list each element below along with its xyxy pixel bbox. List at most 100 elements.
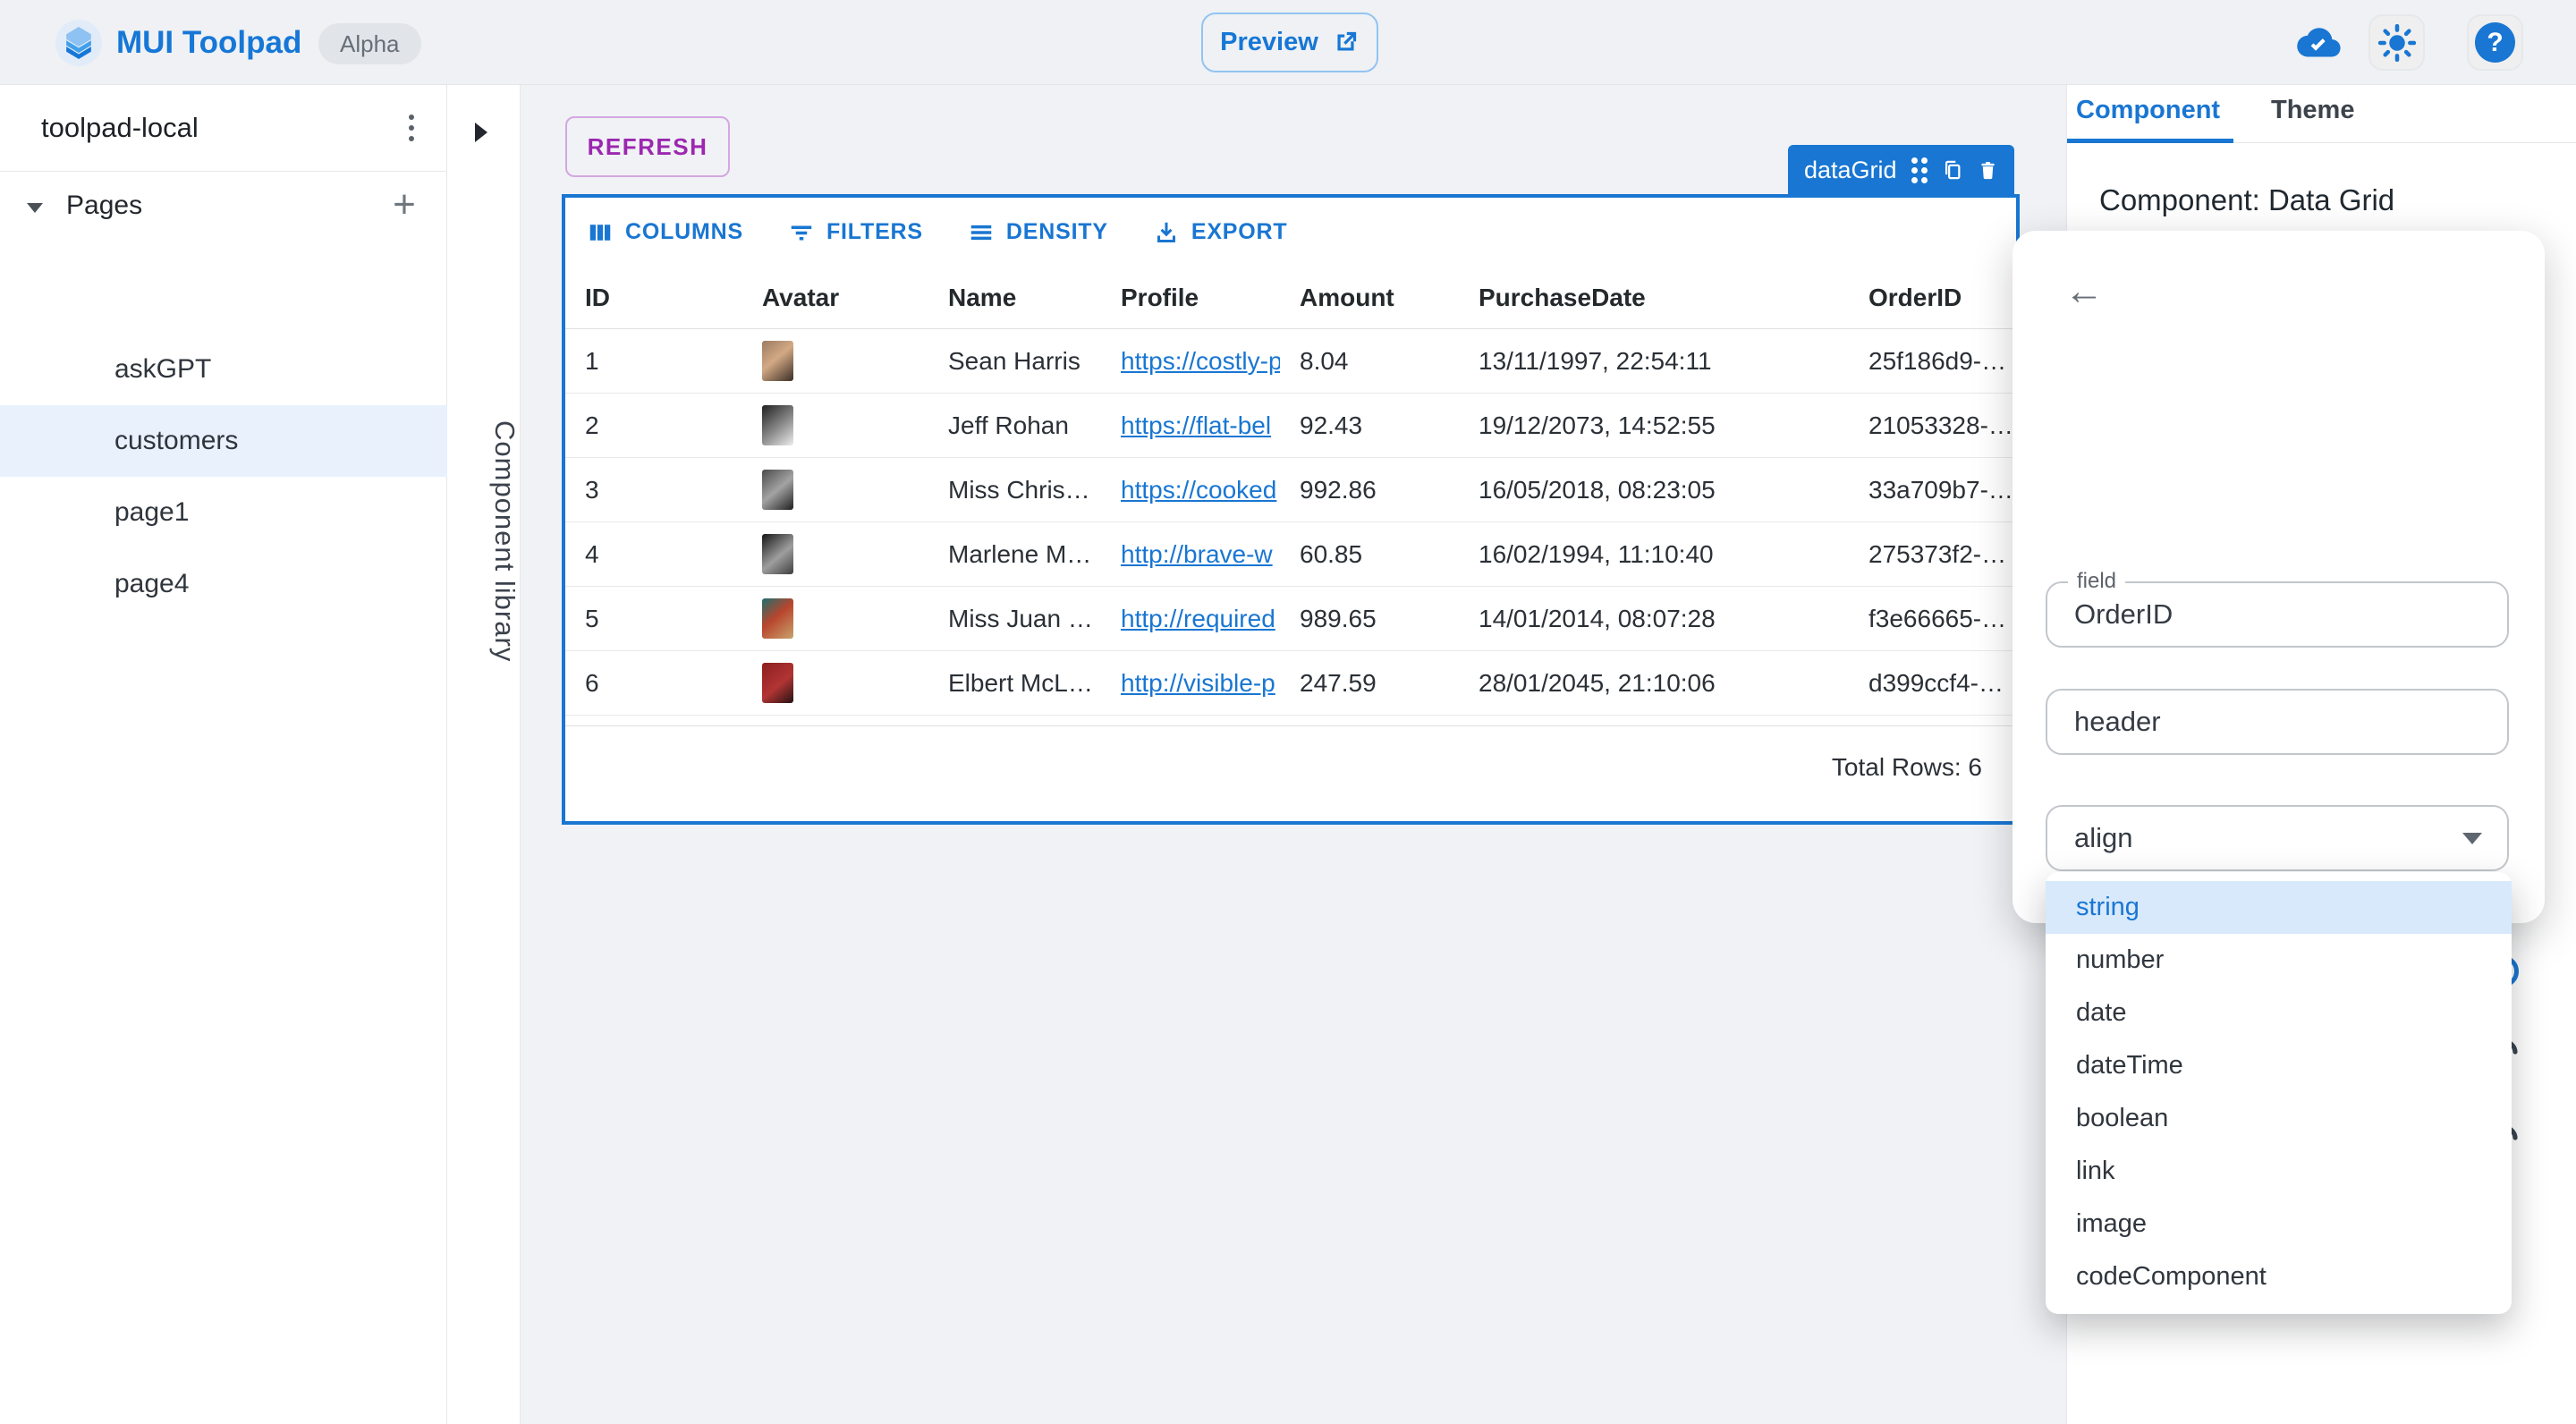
cell-purchasedate: 13/11/1997, 22:54:11	[1479, 346, 1712, 375]
cell-id: 3	[585, 475, 599, 504]
cell-purchasedate: 28/01/2045, 21:10:06	[1479, 668, 1716, 697]
collapse-caret-icon[interactable]	[27, 203, 43, 213]
dropdown-option-codecomponent[interactable]: codeComponent	[2046, 1250, 2512, 1303]
cell-orderid: d399ccf4-…	[1868, 668, 2004, 697]
preview-button-label: Preview	[1220, 28, 1318, 56]
filters-button[interactable]: FILTERS	[788, 219, 923, 246]
align-select[interactable]: align	[2046, 805, 2509, 871]
data-grid-component[interactable]: COLUMNS FILTERS DENSITY EXPORT ID Avatar…	[562, 194, 2020, 825]
cell-purchasedate: 14/01/2014, 08:07:28	[1479, 604, 1716, 632]
cell-orderid: 275373f2-…	[1868, 539, 2007, 568]
selection-chip[interactable]: dataGrid	[1788, 145, 2014, 195]
cell-name: Jeff Rohan	[948, 411, 1069, 439]
cell-id: 1	[585, 346, 599, 375]
add-page-plus-icon[interactable]: +	[383, 182, 426, 226]
filters-button-label: FILTERS	[826, 219, 923, 244]
duplicate-icon[interactable]	[1942, 155, 1963, 185]
avatar	[762, 534, 793, 574]
header-input[interactable]: header	[2046, 689, 2509, 755]
pages-section-label: Pages	[66, 191, 143, 220]
dropdown-option-image[interactable]: image	[2046, 1198, 2512, 1250]
dropdown-option-boolean[interactable]: boolean	[2046, 1092, 2512, 1145]
cell-id: 6	[585, 668, 599, 697]
profile-link[interactable]: https://cooked	[1121, 476, 1276, 504]
project-name: toolpad-local	[41, 112, 199, 143]
profile-link[interactable]: http://visible-p	[1121, 669, 1275, 697]
project-menu-kebab-icon[interactable]	[390, 106, 433, 149]
app-title: MUI Toolpad	[116, 25, 302, 60]
profile-link[interactable]: https://costly-p	[1121, 347, 1280, 375]
column-header-name[interactable]: Name	[928, 284, 1101, 312]
sidebar-item-askgpt[interactable]: askGPT	[0, 334, 447, 405]
table-row[interactable]: 6 Elbert McL… http://visible-p 247.59 28…	[565, 651, 2016, 716]
cell-name: Marlene M…	[948, 539, 1092, 568]
page-item-label: page1	[114, 497, 190, 527]
column-header-orderid[interactable]: OrderID	[1849, 284, 2016, 312]
sidebar-item-page1[interactable]: page1	[0, 477, 447, 548]
column-header-purchasedate[interactable]: PurchaseDate	[1459, 284, 1849, 312]
expand-arrow-icon[interactable]	[475, 123, 487, 142]
cell-amount: 989.65	[1300, 604, 1377, 632]
table-row[interactable]: 5 Miss Juan … http://required 989.65 14/…	[565, 587, 2016, 651]
dropdown-option-datetime[interactable]: dateTime	[2046, 1039, 2512, 1092]
page-item-label: askGPT	[114, 354, 212, 384]
component-library-strip[interactable]: Component library	[447, 85, 521, 1424]
cell-id: 4	[585, 539, 599, 568]
column-header-profile[interactable]: Profile	[1101, 284, 1280, 312]
dropdown-option-number[interactable]: number	[2046, 934, 2512, 987]
drag-handle-icon[interactable]	[1911, 157, 1928, 183]
app-window: MUI Toolpad Alpha Preview ? toolpad-loca…	[0, 0, 2576, 1424]
sidebar-item-page4[interactable]: page4	[0, 548, 447, 620]
column-header-id[interactable]: ID	[565, 284, 742, 312]
cell-purchasedate: 19/12/2073, 14:52:55	[1479, 411, 1716, 439]
top-bar: MUI Toolpad Alpha Preview ?	[0, 0, 2576, 85]
table-row[interactable]: 1 Sean Harris https://costly-p 8.04 13/1…	[565, 329, 2016, 394]
cell-purchasedate: 16/05/2018, 08:23:05	[1479, 475, 1716, 504]
table-row[interactable]: 2 Jeff Rohan https://flat-bel 92.43 19/1…	[565, 394, 2016, 458]
refresh-button[interactable]: REFRESH	[565, 116, 730, 177]
cell-amount: 8.04	[1300, 346, 1349, 375]
active-tab-indicator	[2067, 139, 2233, 143]
density-menu-icon	[970, 225, 992, 240]
table-row[interactable]: 3 Miss Chris… https://cooked 992.86 16/0…	[565, 458, 2016, 522]
profile-link[interactable]: https://flat-bel	[1121, 411, 1271, 439]
column-header-avatar[interactable]: Avatar	[742, 284, 928, 312]
tab-component[interactable]: Component	[2076, 96, 2220, 125]
grid-toolbar: COLUMNS FILTERS DENSITY EXPORT	[565, 198, 2016, 267]
mui-toolpad-logo-icon	[55, 20, 102, 66]
type-dropdown-menu: string number date dateTime boolean link…	[2046, 872, 2512, 1314]
cell-name: Elbert McL…	[948, 668, 1093, 697]
cell-name: Sean Harris	[948, 346, 1080, 375]
cell-avatar	[742, 663, 928, 703]
selection-chip-label: dataGrid	[1804, 156, 1897, 183]
dropdown-option-date[interactable]: date	[2046, 987, 2512, 1039]
back-arrow-icon[interactable]: ←	[2059, 267, 2109, 317]
profile-link[interactable]: http://required	[1121, 605, 1275, 632]
cell-amount: 247.59	[1300, 668, 1377, 697]
avatar	[762, 598, 793, 639]
pages-section-header[interactable]: Pages +	[0, 182, 446, 230]
cell-orderid: 33a709b7-…	[1868, 475, 2013, 504]
inspector-tabs: Component Theme	[2067, 85, 2576, 143]
export-button[interactable]: EXPORT	[1153, 219, 1288, 246]
grid-header-row: ID Avatar Name Profile Amount PurchaseDa…	[565, 267, 2016, 329]
field-input-value: OrderID	[2074, 598, 2174, 630]
tab-theme[interactable]: Theme	[2271, 96, 2354, 125]
preview-button[interactable]: Preview	[1201, 13, 1378, 72]
header-input-value: header	[2074, 706, 2161, 737]
theme-toggle-button[interactable]	[2368, 14, 2425, 71]
column-header-amount[interactable]: Amount	[1280, 284, 1459, 312]
dropdown-option-link[interactable]: link	[2046, 1145, 2512, 1198]
table-row[interactable]: 4 Marlene M… http://brave-w 60.85 16/02/…	[565, 522, 2016, 587]
inspector-heading: Component: Data Grid	[2099, 183, 2395, 216]
help-button[interactable]: ?	[2467, 14, 2523, 71]
columns-button[interactable]: COLUMNS	[587, 219, 743, 246]
cell-avatar	[742, 405, 928, 445]
avatar	[762, 663, 793, 703]
profile-link[interactable]: http://brave-w	[1121, 540, 1273, 568]
cell-purchasedate: 16/02/1994, 11:10:40	[1479, 539, 1714, 568]
density-button[interactable]: DENSITY	[968, 219, 1108, 246]
dropdown-option-string[interactable]: string	[2046, 881, 2512, 934]
delete-trash-icon[interactable]	[1978, 155, 1998, 185]
sidebar-item-customers[interactable]: customers	[0, 405, 447, 477]
